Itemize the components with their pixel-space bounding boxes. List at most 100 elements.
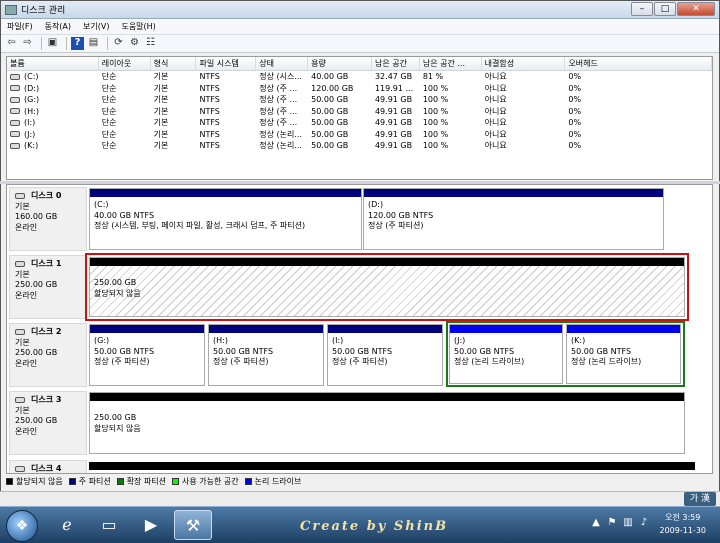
volume-name: (K:)	[24, 141, 39, 151]
cell-fault-tolerance: 아니요	[484, 118, 507, 127]
minimize-button[interactable]: –	[631, 1, 653, 16]
primary-partition-bar	[90, 189, 361, 197]
partition-size: 할당되지 않음	[94, 423, 141, 433]
volume-icon[interactable]: ♪	[638, 517, 650, 529]
column-header-status[interactable]: 상태	[256, 57, 309, 70]
window-title: 디스크 관리	[21, 6, 66, 16]
cell-status: 정상 (주 ...	[259, 106, 298, 116]
partition-h[interactable]: (H:) 50.00 GB NTFS 정상 (주 파티션)	[208, 324, 324, 386]
table-row[interactable]: (C:) 단순 기본 NTFS 정상 (시스... 40.00 GB 32.47 GB 81 …	[7, 71, 712, 83]
back-icon[interactable]: ⇦	[5, 37, 18, 50]
partition-label: (D:)	[368, 200, 384, 209]
partition-i[interactable]: (I:) 50.00 GB NTFS 정상 (주 파티션)	[327, 324, 443, 386]
disk-size: 250.00 GB	[15, 348, 58, 357]
clock-time: 오전 3:59	[665, 513, 701, 522]
taskbar-file-explorer[interactable]: ▭	[90, 510, 128, 540]
disk-name-label: 디스크 0	[31, 191, 62, 200]
disk-graphical-view[interactable]: 디스크 0 기본 160.00 GB 온라인 (C:) 40.00 GB NTF…	[6, 184, 713, 474]
cell-layout: 단순	[101, 141, 117, 150]
logical-drive-bar	[450, 325, 562, 333]
taskbar-internet-explorer[interactable]: ℯ	[48, 510, 86, 540]
taskbar-computer-management[interactable]: ⚒	[174, 510, 212, 540]
table-row[interactable]: (G:) 단순 기본 NTFS 정상 (주 ... 50.00 GB 49.91 GB 100…	[7, 94, 712, 106]
network-icon[interactable]: ▥	[622, 517, 634, 529]
close-button[interactable]: ✕	[677, 1, 715, 16]
menu-file[interactable]: 파일(F)	[7, 21, 33, 32]
forward-icon[interactable]: ⇨	[21, 37, 34, 50]
cell-fault-tolerance: 아니요	[484, 72, 507, 81]
disk-info[interactable]: 디스크 3 기본 250.00 GB 온라인	[9, 391, 87, 455]
disk-type: 기본	[15, 405, 30, 415]
volume-name: (J:)	[24, 129, 36, 139]
legend-item: 확장 파티션	[116, 476, 166, 487]
legend-label: 할당되지 않음	[16, 477, 63, 486]
cell-free-percent: 100 %	[422, 129, 449, 139]
disk-info[interactable]: 디스크 4	[9, 460, 87, 473]
action-center-icon[interactable]: ⚑	[606, 517, 618, 529]
disk-name: 디스크 1	[15, 259, 81, 270]
maximize-button[interactable]: □	[654, 1, 676, 16]
disk-info[interactable]: 디스크 0 기본 160.00 GB 온라인	[9, 187, 87, 251]
partition-d[interactable]: (D:) 120.00 GB NTFS 정상 (주 파티션)	[363, 188, 664, 250]
disk-type: 기본	[15, 269, 30, 279]
disk-name-label: 디스크 3	[31, 395, 62, 404]
taskbar-media-player[interactable]: ▶	[132, 510, 170, 540]
cell-layout: 단순	[101, 106, 117, 116]
disk-row: 디스크 2 기본 250.00 GB 온라인 (G:) 50.00 GB NTF…	[7, 321, 712, 389]
column-header-layout[interactable]: 레이아웃	[99, 57, 151, 70]
title-bar[interactable]: 디스크 관리 – □ ✕	[1, 1, 719, 19]
export-icon[interactable]: ☷	[144, 37, 157, 50]
unallocated-space[interactable]	[89, 462, 695, 473]
table-row[interactable]: (D:) 단순 기본 NTFS 정상 (주 ... 120.00 GB 119.91 ...…	[7, 83, 712, 95]
cell-overhead: 0%	[568, 106, 582, 116]
language-bar[interactable]: 가 漢	[683, 492, 716, 506]
disk-info[interactable]: 디스크 1 기본 250.00 GB 온라인	[9, 255, 87, 319]
console-icon[interactable]: ▣	[46, 37, 59, 50]
menu-action[interactable]: 동작(A)	[45, 21, 71, 32]
cell-filesystem: NTFS	[199, 141, 220, 150]
status-bar	[0, 491, 720, 506]
legend: 할당되지 않음 주 파티션 확장 파티션 사용 가능한 공간 논리 드라이브	[6, 475, 713, 488]
disk-status: 온라인	[15, 358, 38, 368]
column-header-overhead[interactable]: 오버헤드	[565, 57, 712, 70]
partition-j[interactable]: (J:) 50.00 GB NTFS 정상 (논리 드라이브)	[449, 324, 563, 384]
column-header-free-percent[interactable]: 남은 공간 ...	[420, 57, 482, 70]
column-header-fault-tolerance[interactable]: 내결함성	[482, 57, 566, 70]
disk-row: 디스크 4	[7, 460, 712, 473]
menu-help[interactable]: 도움말(H)	[121, 21, 155, 32]
unallocated-space[interactable]: 250.00 GB 할당되지 않음	[89, 392, 685, 454]
column-header-type[interactable]: 형식	[151, 57, 197, 70]
column-header-volume[interactable]: 볼륨	[7, 57, 99, 70]
table-row[interactable]: (J:) 단순 기본 NTFS 정상 (논리... 50.00 GB 49.91 GB 100…	[7, 129, 712, 141]
unallocated-space[interactable]: 250.00 GB 할당되지 않음	[89, 257, 685, 317]
partition-size: 50.00 GB NTFS	[332, 346, 393, 356]
volume-list[interactable]: 볼륨 레이아웃 형식 파일 시스템 상태 용량 남은 공간 남은 공간 ... …	[6, 56, 713, 180]
show-hide-icon[interactable]: ▤	[87, 37, 100, 50]
partition-c[interactable]: (C:) 40.00 GB NTFS 정상 (시스템, 부팅, 페이지 파일, …	[89, 188, 362, 250]
column-header-capacity[interactable]: 용량	[308, 57, 372, 70]
cell-volume: (J:)	[7, 129, 99, 141]
column-header-filesystem[interactable]: 파일 시스템	[196, 57, 257, 70]
table-row[interactable]: (K:) 단순 기본 NTFS 정상 (논리... 50.00 GB 49.91 GB 100…	[7, 140, 712, 152]
disk-status: 온라인	[15, 290, 38, 300]
table-row[interactable]: (I:) 단순 기본 NTFS 정상 (주 ... 50.00 GB 49.91 GB 100…	[7, 117, 712, 129]
cell-capacity: 50.00 GB	[311, 141, 349, 150]
menu-view[interactable]: 보기(V)	[83, 21, 109, 32]
disk-status: 온라인	[15, 222, 38, 232]
refresh-icon[interactable]: ⟳	[112, 37, 125, 50]
column-header-free-space[interactable]: 남은 공간	[372, 57, 420, 70]
volume-icon	[10, 73, 20, 80]
clock[interactable]: 오전 3:59 2009-11-30	[660, 511, 707, 537]
partition-k[interactable]: (K:) 50.00 GB NTFS 정상 (논리 드라이브)	[566, 324, 681, 384]
cell-capacity: 50.00 GB	[311, 129, 349, 139]
table-row[interactable]: (H:) 단순 기본 NTFS 정상 (주 ... 50.00 GB 49.91 GB 100…	[7, 106, 712, 118]
tray-expand-icon[interactable]: ▲	[590, 517, 602, 529]
help-icon[interactable]: ?	[71, 37, 84, 50]
unallocated-bar	[90, 393, 684, 401]
cell-type: 기본	[153, 118, 169, 127]
start-button[interactable]: ❖	[6, 510, 38, 542]
disk-name-label: 디스크 1	[31, 259, 62, 268]
disk-info[interactable]: 디스크 2 기본 250.00 GB 온라인	[9, 323, 87, 387]
partition-g[interactable]: (G:) 50.00 GB NTFS 정상 (주 파티션)	[89, 324, 205, 386]
properties-icon[interactable]: ⚙	[128, 37, 141, 50]
